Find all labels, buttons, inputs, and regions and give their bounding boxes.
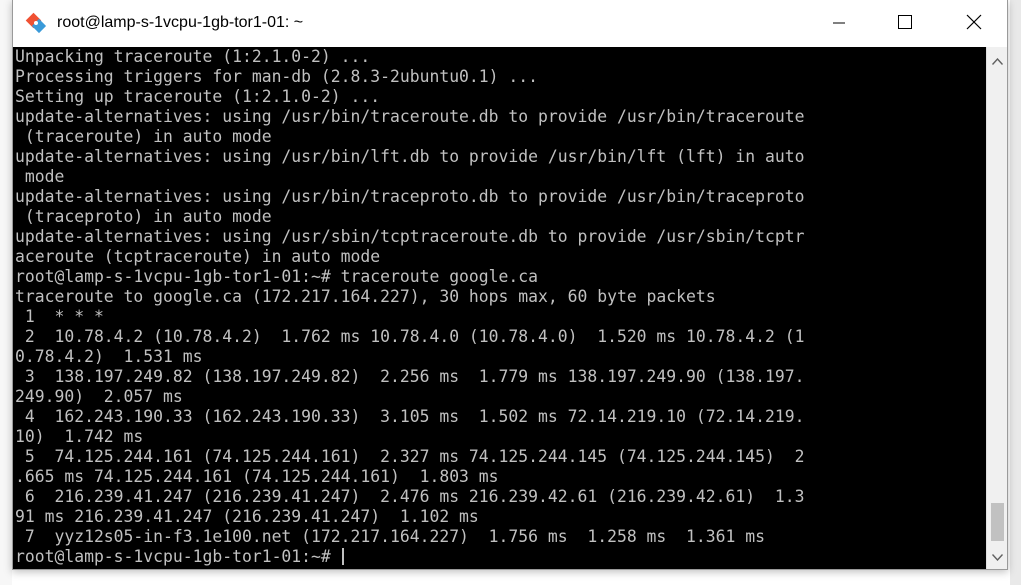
terminal-line: (traceroute) in auto mode [15,127,272,146]
terminal-line: aceroute (tcptraceroute) in auto mode [15,247,381,266]
terminal-line: (traceproto) in auto mode [15,207,272,226]
terminal-line: update-alternatives: using /usr/bin/trac… [15,187,805,206]
close-icon [966,14,982,34]
shell-prompt: root@lamp-s-1vcpu-1gb-tor1-01:~# [15,547,341,566]
terminal-line: 249.90) 2.057 ms [15,387,183,406]
terminal-line: Setting up traceroute (1:2.1.0-2) ... [15,87,381,106]
terminal-line: 3 138.197.249.82 (138.197.249.82) 2.256 … [15,367,805,386]
terminal-line: update-alternatives: using /usr/bin/trac… [15,107,805,126]
scrollbar-thumb[interactable] [991,503,1004,541]
maximize-icon [898,14,912,33]
title-bar[interactable]: root@lamp-s-1vcpu-1gb-tor1-01: ~ [13,0,1007,47]
terminal-line: root@lamp-s-1vcpu-1gb-tor1-01:~# tracero… [15,267,539,286]
terminal-line: 91 ms 216.239.41.247 (216.239.41.247) 1.… [15,507,479,526]
terminal-line: 5 74.125.244.161 (74.125.244.161) 2.327 … [15,447,805,466]
terminal-line: 6 216.239.41.247 (216.239.41.247) 2.476 … [15,487,805,506]
terminal-lines: Unpacking traceroute (1:2.1.0-2) ... Pro… [15,47,804,567]
scroll-down-button[interactable] [987,547,1007,564]
text-cursor [341,548,344,565]
terminal-line: 7 yyz12s05-in-f3.1e100.net (172.217.164.… [15,527,765,546]
terminal-line: update-alternatives: using /usr/sbin/tcp… [15,227,805,246]
putty-app-icon[interactable] [25,12,47,34]
minimize-icon [833,14,845,33]
terminal-output-area[interactable]: Unpacking traceroute (1:2.1.0-2) ... Pro… [13,47,986,569]
background-desktop-left [0,0,12,585]
window-title: root@lamp-s-1vcpu-1gb-tor1-01: ~ [57,14,304,31]
terminal-line: 1 * * * [15,307,104,326]
terminal-line: 10) 1.742 ms [15,427,144,446]
terminal-line: 0.78.4.2) 1.531 ms [15,347,203,366]
terminal-line: mode [15,167,65,186]
minimize-button[interactable] [816,0,862,47]
scroll-up-arrow-icon [991,50,1003,69]
scroll-down-arrow-icon [991,546,1003,565]
background-desktop-right [1010,0,1021,585]
scroll-up-button[interactable] [987,51,1007,68]
vertical-scrollbar[interactable] [986,47,1007,569]
command-prompt-line[interactable]: root@lamp-s-1vcpu-1gb-tor1-01:~# [15,547,804,567]
terminal-line: 4 162.243.190.33 (162.243.190.33) 3.105 … [15,407,805,426]
close-button[interactable] [951,0,997,47]
terminal-line: Processing triggers for man-db (2.8.3-2u… [15,67,539,86]
terminal-line: update-alternatives: using /usr/bin/lft.… [15,147,805,166]
terminal-line: traceroute to google.ca (172.217.164.227… [15,287,716,306]
terminal-line: .665 ms 74.125.244.161 (74.125.244.161) … [15,467,499,486]
maximize-button[interactable] [882,0,928,47]
terminal-window[interactable]: root@lamp-s-1vcpu-1gb-tor1-01: ~ Unpacki… [12,0,1008,570]
terminal-line: 2 10.78.4.2 (10.78.4.2) 1.762 ms 10.78.4… [15,327,805,346]
terminal-line: Unpacking traceroute (1:2.1.0-2) ... [15,47,371,66]
